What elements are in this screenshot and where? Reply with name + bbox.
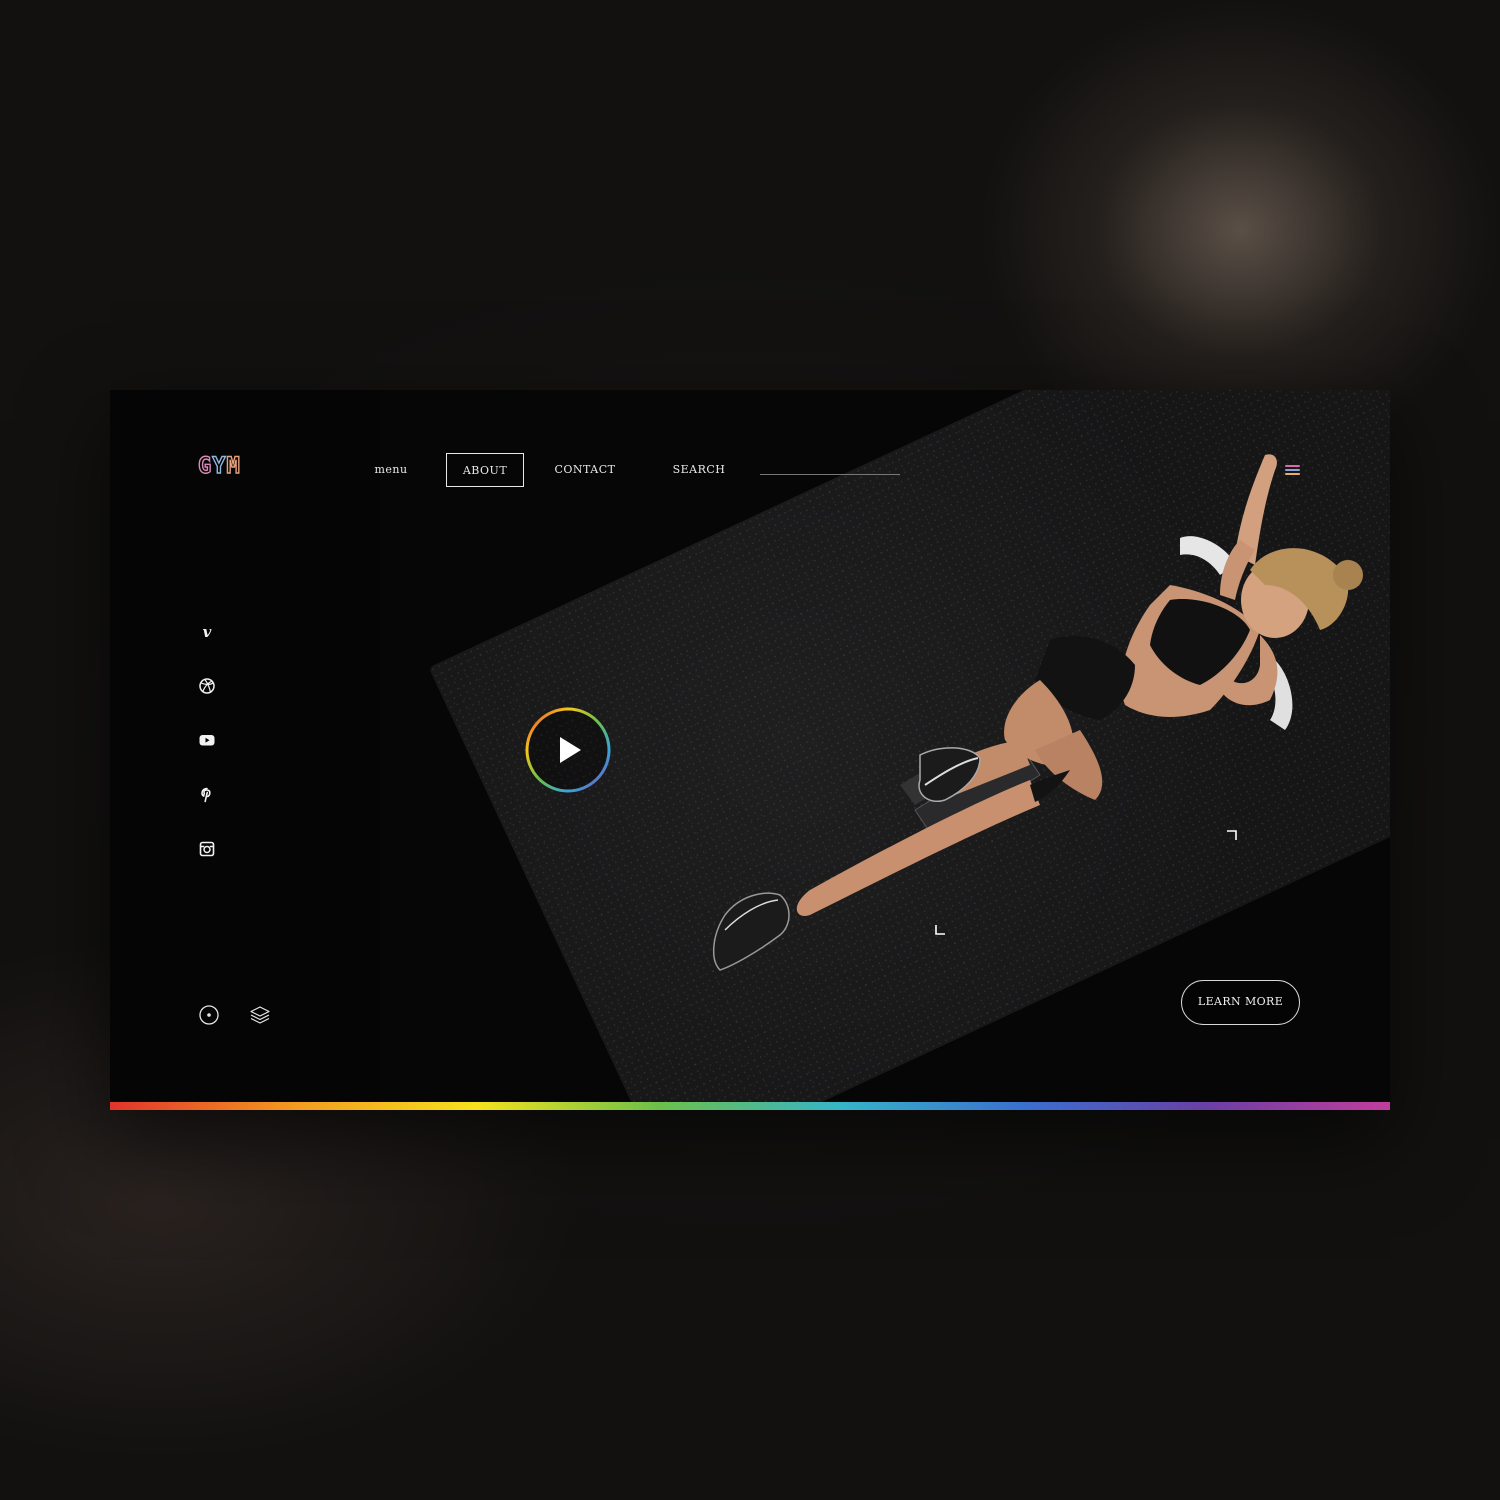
search-input[interactable] — [760, 474, 900, 475]
focus-corner-bottom-left — [935, 925, 945, 935]
logo-letter-m: M — [226, 453, 241, 479]
nav-about[interactable]: ABOUT — [446, 453, 524, 487]
focus-corner-top-right — [1227, 830, 1237, 840]
logo-letter-g: G — [197, 453, 213, 479]
logo[interactable]: GYM — [197, 453, 241, 479]
nav-menu[interactable]: menu — [360, 453, 422, 487]
logo-letter-y: Y — [212, 453, 227, 479]
instagram-icon[interactable] — [198, 840, 216, 858]
record-icon[interactable] — [198, 1004, 220, 1026]
layers-icon[interactable] — [249, 1004, 271, 1026]
rainbow-bar — [110, 1102, 1390, 1110]
hamburger-icon[interactable] — [1285, 465, 1300, 475]
dribbble-icon[interactable] — [198, 677, 216, 695]
website-mockup: GYM menu ABOUT CONTACT SEARCH v LEARN MO… — [110, 390, 1390, 1110]
nav-contact[interactable]: CONTACT — [550, 453, 620, 487]
nav-search[interactable]: SEARCH — [667, 453, 731, 487]
svg-text:v: v — [203, 623, 212, 641]
pinterest-icon[interactable] — [198, 786, 216, 804]
learn-more-button[interactable]: LEARN MORE — [1181, 980, 1300, 1025]
youtube-icon[interactable] — [198, 731, 216, 749]
vimeo-icon[interactable]: v — [198, 623, 216, 641]
play-button[interactable] — [523, 705, 613, 795]
sidebar — [110, 390, 380, 1102]
